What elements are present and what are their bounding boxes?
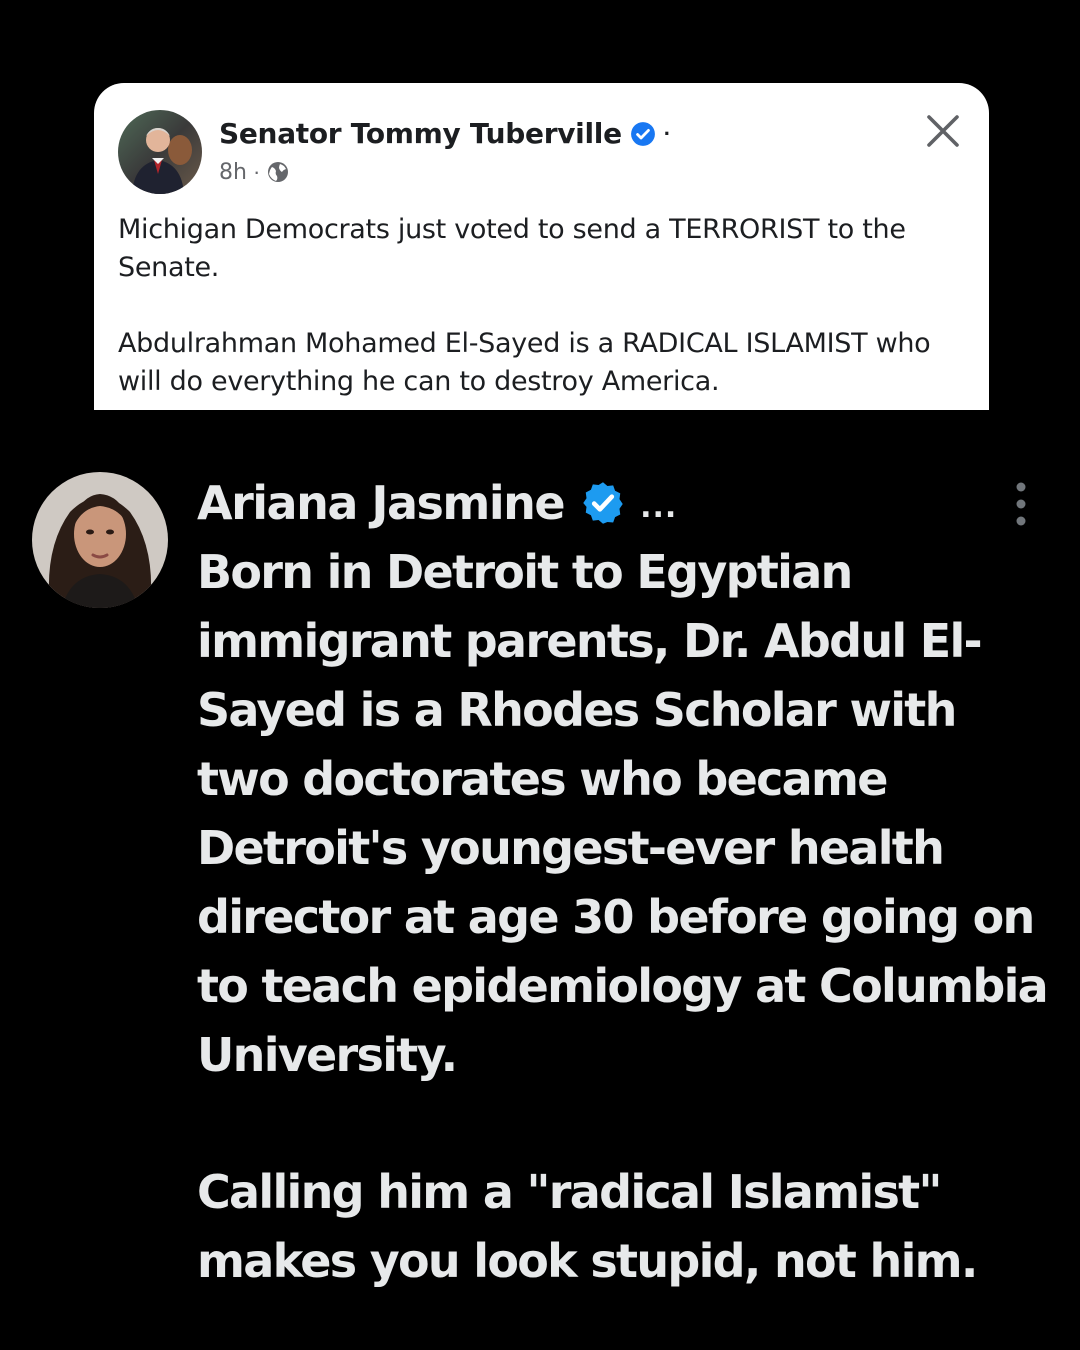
author-avatar[interactable] <box>118 110 202 194</box>
post-time[interactable]: 8h <box>219 160 247 185</box>
post-text-paragraph: Michigan Democrats just voted to send a … <box>118 214 906 283</box>
post-text-paragraph: Abdulrahman Mohamed El-Sayed is a RADICA… <box>118 328 931 397</box>
reply-text-paragraph: Calling him a "radical Islamist" makes y… <box>197 1165 978 1288</box>
close-icon[interactable] <box>923 111 963 151</box>
reply-author-avatar[interactable] <box>32 472 168 608</box>
post-meta: 8h · <box>219 159 290 185</box>
verified-badge-icon <box>630 121 655 146</box>
facebook-post-card: Senator Tommy Tuberville · 8h · Michigan… <box>94 83 989 410</box>
verified-badge-icon <box>583 482 623 524</box>
reply-ellipsis: ... <box>640 489 678 525</box>
more-vertical-icon[interactable] <box>1009 481 1033 527</box>
name-separator-dot: · <box>663 120 672 146</box>
author-row: Senator Tommy Tuberville · <box>219 117 671 150</box>
meta-separator-dot: · <box>252 159 261 184</box>
globe-icon[interactable] <box>266 160 290 184</box>
reply-header: Ariana Jasmine ... <box>197 476 677 530</box>
reply-author-name[interactable]: Ariana Jasmine <box>197 476 566 530</box>
reply-text-paragraph: Born in Detroit to Egyptian immigrant pa… <box>197 545 1049 1082</box>
author-name[interactable]: Senator Tommy Tuberville <box>219 117 622 150</box>
